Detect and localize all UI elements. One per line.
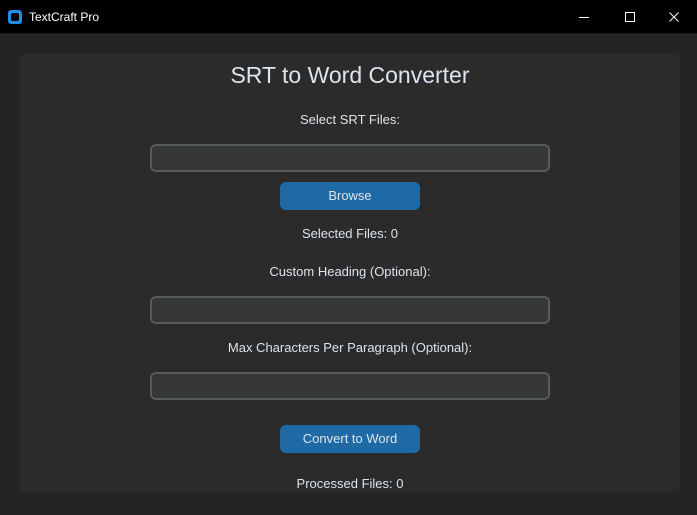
custom-heading-input[interactable] [150, 296, 550, 324]
app-icon [8, 10, 22, 24]
selected-files-count: Selected Files: 0 [301, 226, 399, 241]
browse-button[interactable]: Browse [280, 182, 420, 210]
page-title: SRT to Word Converter [230, 62, 470, 88]
maximize-icon [625, 12, 635, 22]
max-chars-input[interactable] [150, 372, 550, 400]
custom-heading-label: Custom Heading (Optional): [269, 264, 431, 279]
title-bar: TextCraft Pro [0, 0, 697, 34]
select-srt-label: Select SRT Files: [300, 112, 400, 127]
window-title: TextCraft Pro [29, 10, 100, 24]
convert-to-word-button[interactable]: Convert to Word [280, 425, 420, 453]
srt-files-input[interactable] [150, 144, 550, 172]
max-chars-label: Max Characters Per Paragraph (Optional): [227, 340, 473, 355]
maximize-button[interactable] [607, 0, 653, 34]
main-panel: SRT to Word Converter Select SRT Files: … [20, 53, 680, 492]
minimize-icon [579, 17, 589, 18]
processed-files-count: Processed Files: 0 [296, 476, 404, 491]
close-button[interactable] [651, 0, 697, 34]
close-icon [669, 12, 679, 22]
minimize-button[interactable] [561, 0, 607, 34]
